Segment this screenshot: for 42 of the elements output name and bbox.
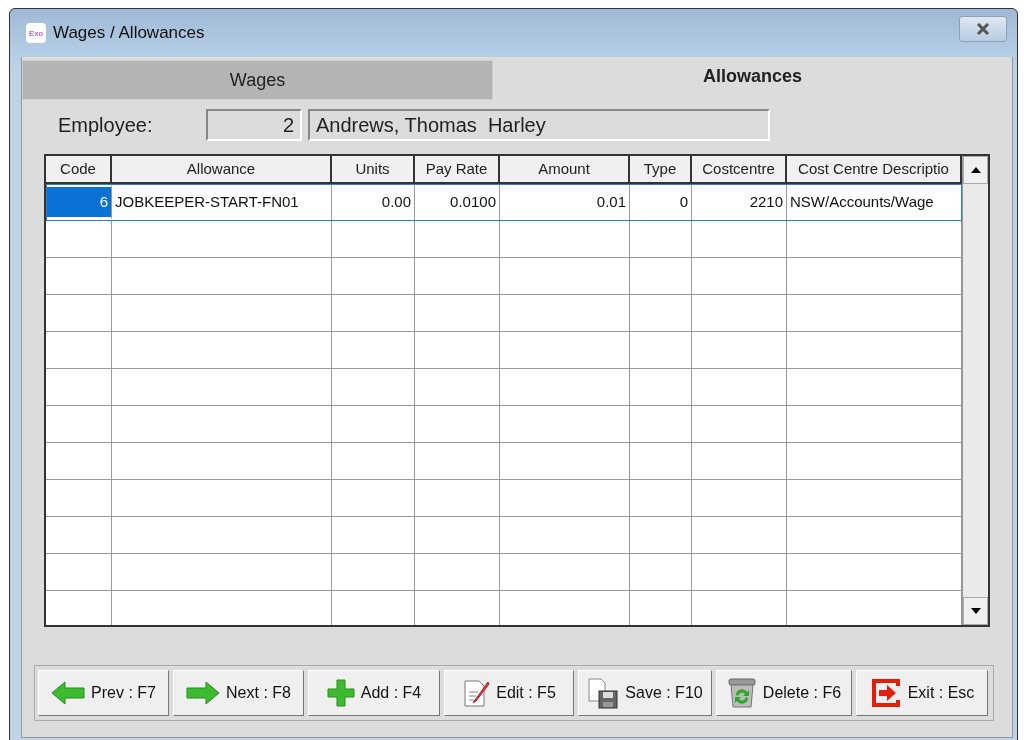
employee-number-field[interactable]: 2: [206, 109, 302, 141]
add-button[interactable]: Add : F4: [308, 670, 440, 716]
table-cell: JOBKEEPER-START-FN01: [112, 184, 332, 220]
table-cell: 6: [46, 184, 112, 220]
prev-button[interactable]: Prev : F7: [38, 670, 169, 716]
table-cell: 0.01: [500, 184, 630, 220]
down-arrow-icon: [970, 608, 981, 614]
scroll-down-button[interactable]: [963, 597, 988, 625]
tab[interactable]: Wages: [22, 60, 493, 100]
next-button[interactable]: Next : F8: [173, 670, 304, 716]
app-icon: Exo: [26, 23, 46, 43]
employee-name-field[interactable]: Andrews, Thomas Harley: [308, 109, 770, 141]
floppy-disk-icon: [587, 677, 620, 709]
recycle-bin-icon: [726, 677, 757, 709]
column-header[interactable]: Type: [630, 156, 692, 182]
right-arrow-icon: [186, 681, 221, 705]
close-button[interactable]: [959, 16, 1007, 42]
plus-icon: [326, 679, 355, 707]
delete-button[interactable]: Delete : F6: [716, 670, 852, 716]
employee-label: Employee:: [58, 113, 154, 137]
scrollbar[interactable]: [962, 156, 988, 625]
table-cell: 2210: [692, 184, 787, 220]
exit-button[interactable]: Exit : Esc: [856, 670, 988, 716]
edit-button[interactable]: Edit : F5: [444, 670, 574, 716]
table-row[interactable]: 6 JOBKEEPER-START-FN01 0.00 0.0100 0.01 0 2210 NSW/Accounts/Wage: [46, 184, 962, 221]
column-header[interactable]: Pay Rate: [415, 156, 500, 182]
document-pencil-icon: [462, 678, 491, 708]
close-icon: [975, 23, 991, 35]
column-header[interactable]: Amount: [500, 156, 630, 182]
save-button[interactable]: Save : F10: [578, 670, 712, 716]
window-title: Wages / Allowances: [53, 23, 206, 43]
column-header[interactable]: Allowance: [112, 156, 332, 182]
table-cell: 0: [630, 184, 692, 220]
up-arrow-icon: [970, 167, 981, 173]
exit-door-icon: [869, 677, 902, 709]
table-cell: 0.0100: [415, 184, 500, 220]
table-cell: 0.00: [332, 184, 415, 220]
column-header[interactable]: Units: [332, 156, 415, 182]
column-header[interactable]: Code: [46, 156, 112, 182]
scroll-up-button[interactable]: [963, 156, 988, 184]
column-header[interactable]: Costcentre: [692, 156, 787, 182]
left-arrow-icon: [51, 681, 86, 705]
